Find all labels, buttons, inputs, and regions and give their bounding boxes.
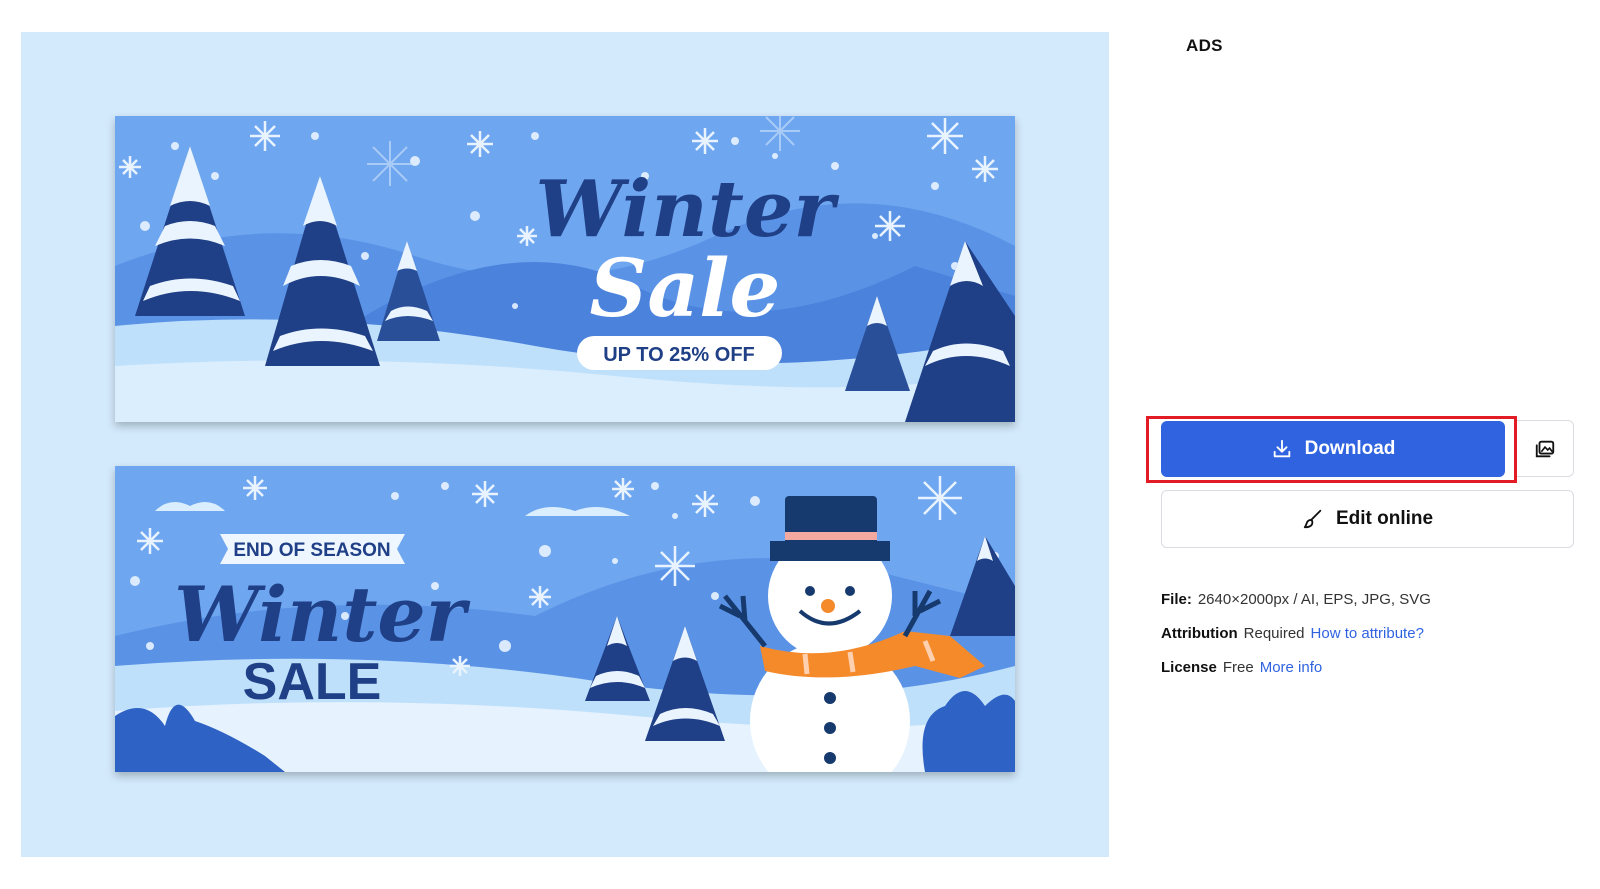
license-row: License Free More info — [1161, 659, 1322, 676]
file-info-value: 2640×2000px / AI, EPS, JPG, SVG — [1197, 591, 1431, 608]
winter-sale-banner-bottom: END OF SEASON Winter SALE — [115, 466, 1015, 772]
brush-icon — [1303, 509, 1322, 529]
download-icon — [1273, 439, 1290, 458]
license-value: Free — [1222, 659, 1254, 676]
download-button[interactable]: Download — [1161, 421, 1505, 477]
more-info-link[interactable]: More info — [1260, 659, 1323, 676]
winter-sale-banner-top: Winter Sale UP TO 25% OFF — [115, 116, 1015, 422]
banner-bottom-illustration: END OF SEASON Winter SALE — [115, 466, 1015, 772]
ads-label: ADS — [1186, 36, 1223, 55]
banner-bottom-title-line2: SALE — [243, 653, 382, 711]
how-to-attribute-link[interactable]: How to attribute? — [1311, 625, 1424, 642]
page: Winter Sale UP TO 25% OFF END OF SEASON … — [0, 0, 1600, 889]
file-info-label: File: — [1161, 591, 1192, 608]
edit-online-button[interactable]: Edit online — [1161, 490, 1574, 548]
download-label: Download — [1304, 438, 1396, 459]
attribution-row: Attribution Required How to attribute? — [1161, 625, 1424, 642]
banner-bottom-ribbon: END OF SEASON — [233, 540, 390, 561]
attribution-value: Required — [1243, 625, 1305, 642]
banner-top-badge: UP TO 25% OFF — [603, 344, 755, 366]
license-label: License — [1161, 659, 1217, 676]
add-to-collection-button[interactable] — [1517, 420, 1574, 477]
edit-online-label: Edit online — [1335, 508, 1434, 529]
image-preview: Winter Sale UP TO 25% OFF END OF SEASON … — [21, 32, 1109, 857]
banner-top-illustration: Winter Sale UP TO 25% OFF — [115, 116, 1015, 422]
attribution-label: Attribution — [1161, 625, 1238, 642]
banner-top-title-line2: Sale — [590, 241, 781, 335]
add-to-collection-icon — [1535, 440, 1555, 457]
banner-bottom-title-line1: Winter — [174, 570, 471, 659]
file-info-row: File: 2640×2000px / AI, EPS, JPG, SVG — [1161, 591, 1431, 608]
